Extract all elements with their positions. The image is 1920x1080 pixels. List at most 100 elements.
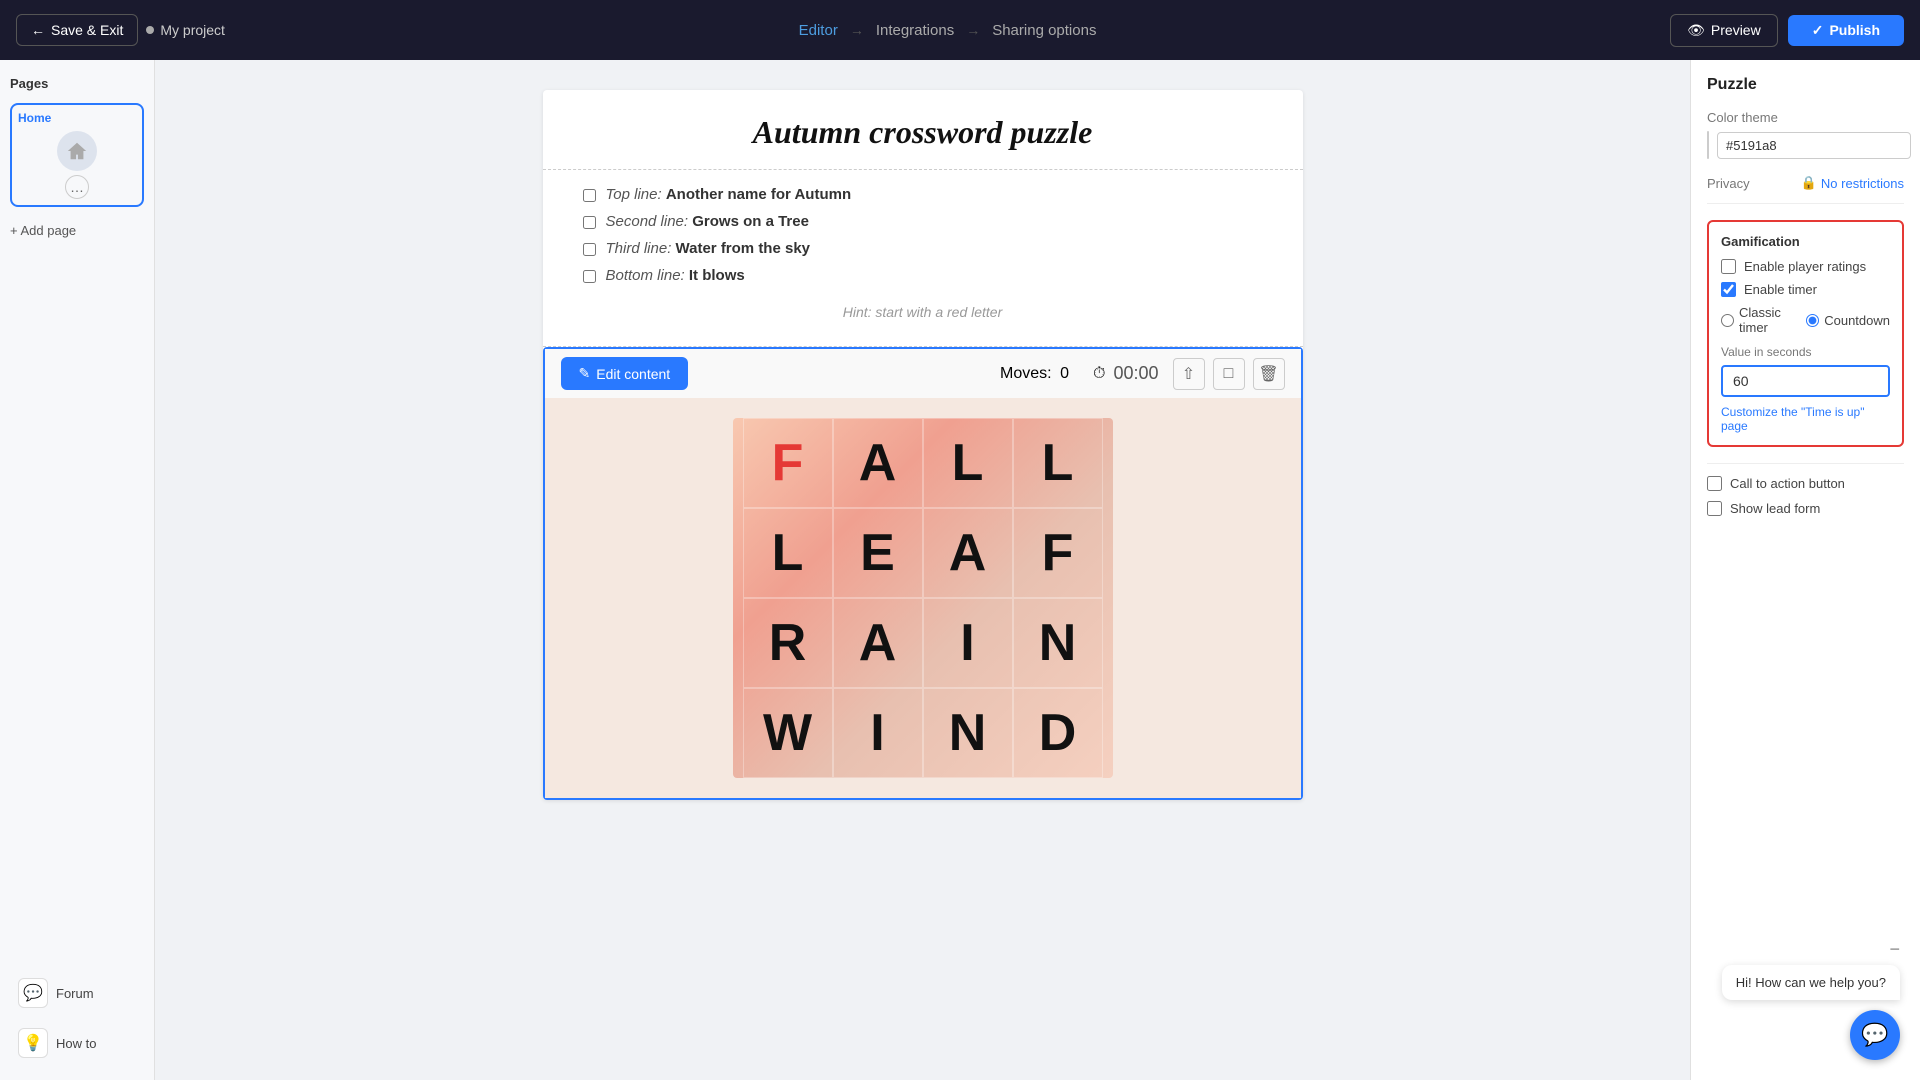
add-page-label: + Add page [10,223,76,238]
value-seconds-label: Value in seconds [1721,345,1890,359]
divider-1 [1707,463,1904,464]
classic-timer-radio[interactable] [1721,314,1734,327]
color-swatch[interactable] [1707,131,1709,159]
top-navigation: ← Save & Exit My project Editor → Integr… [0,0,1920,60]
add-page-button[interactable]: + Add page [10,223,144,238]
back-icon: ← [31,22,45,38]
enable-timer-row: Enable timer [1721,282,1890,297]
step-integrations[interactable]: Integrations [876,22,954,39]
sidebar-bottom: 💬 Forum 💡 How to [10,972,144,1064]
chat-widget: − Hi! How can we help you? 💬 [1850,1010,1900,1060]
cell-A1: A [833,418,923,508]
puzzle-grid-area: F A L L L E A F R A I N W [545,398,1301,798]
cell-L1: L [923,418,1013,508]
sidebar-tool-forum[interactable]: 💬 Forum [10,972,144,1014]
eye-icon: 👁 [1687,22,1705,39]
enable-ratings-checkbox[interactable] [1721,259,1736,274]
home-icon [66,140,88,162]
chat-icon: 💬 [1861,1022,1888,1048]
color-theme-label: Color theme [1707,110,1904,125]
page-more-area: … [18,175,136,199]
preview-button[interactable]: 👁 Preview [1670,14,1778,47]
check-icon: ✓ [1812,22,1824,39]
body-layout: Pages Home … + Add page 💬 Forum 💡 How to [0,60,1920,1080]
step-editor[interactable]: Editor [799,22,838,39]
clue-text-3: Third line: Water from the sky [606,240,811,257]
lightbulb-icon: 💡 [18,1028,48,1058]
arrow-icon-2: → [966,22,980,38]
cell-D: D [1013,688,1103,778]
panel-title: Puzzle [1707,76,1904,94]
forum-icon: 💬 [18,978,48,1008]
cell-F: F [743,418,833,508]
main-canvas: Autumn crossword puzzle Top line: Anothe… [155,60,1690,1080]
privacy-row: Privacy 🔒 No restrictions [1707,175,1904,204]
right-panel: Puzzle Color theme #5191a8 Privacy 🔒 No … [1690,60,1920,1080]
privacy-label: Privacy [1707,176,1750,191]
call-to-action-checkbox[interactable] [1707,476,1722,491]
minimize-chat-button[interactable]: − [1889,939,1900,960]
step-sharing[interactable]: Sharing options [992,22,1096,39]
cell-I2: I [833,688,923,778]
arrow-icon-1: → [850,22,864,38]
move-up-button[interactable]: ⇧ [1173,358,1205,390]
nav-right: 👁 Preview ✓ Publish [1670,14,1904,47]
publish-button[interactable]: ✓ Publish [1788,15,1904,46]
privacy-value[interactable]: 🔒 No restrictions [1801,175,1904,191]
puzzle-title: Autumn crossword puzzle [583,114,1263,151]
gamification-title: Gamification [1721,234,1890,249]
title-section: Autumn crossword puzzle [543,90,1303,170]
clue-checkbox-3[interactable] [583,243,596,256]
delete-button[interactable]: 🗑 [1253,358,1285,390]
show-lead-form-checkbox[interactable] [1707,501,1722,516]
customize-time-is-up-link[interactable]: Customize the "Time is up" page [1721,405,1890,433]
cell-I: I [923,598,1013,688]
more-dots-button[interactable]: … [65,175,89,199]
chat-bubble: − Hi! How can we help you? [1722,965,1900,1000]
crossword-image: F A L L L E A F R A I N W [733,418,1113,778]
cell-W: W [743,688,833,778]
timer-display: 00:00 [1113,363,1158,384]
clue-checkbox-1[interactable] [583,189,596,202]
toolbar-right: Moves: 0 ⏱ 00:00 ⇧ □ 🗑 [1000,358,1284,390]
cell-A3: A [833,598,923,688]
cell-L3: L [743,508,833,598]
clue-text-2: Second line: Grows on a Tree [606,213,809,230]
classic-timer-option[interactable]: Classic timer [1721,305,1792,335]
save-exit-button[interactable]: ← Save & Exit [16,14,138,46]
countdown-radio[interactable] [1806,314,1819,327]
dot-icon [146,26,154,34]
puzzle-interactive: ✎ Edit content Moves: 0 ⏱ 00:00 ⇧ □ 🗑 [543,347,1303,800]
enable-ratings-row: Enable player ratings [1721,259,1890,274]
clue-item-4: Bottom line: It blows [583,267,1263,284]
edit-content-button[interactable]: ✎ Edit content [561,357,689,390]
clue-checkbox-2[interactable] [583,216,596,229]
clue-item-2: Second line: Grows on a Tree [583,213,1263,230]
clue-item-1: Top line: Another name for Autumn [583,186,1263,203]
clue-text-4: Bottom line: It blows [606,267,745,284]
forum-label: Forum [56,986,94,1001]
duplicate-button[interactable]: □ [1213,358,1245,390]
timer-type-row: Classic timer Countdown [1721,305,1890,335]
cell-A2: A [923,508,1013,598]
color-hex-input[interactable]: #5191a8 [1717,132,1911,159]
enable-timer-label: Enable timer [1744,282,1817,297]
seconds-input[interactable]: 60 [1721,365,1890,397]
page-card-home[interactable]: Home … [10,103,144,207]
pencil-icon: ✎ [579,365,591,382]
page-card-label: Home [18,111,136,125]
call-to-action-row: Call to action button [1707,476,1904,491]
countdown-option[interactable]: Countdown [1806,313,1890,328]
enable-timer-checkbox[interactable] [1721,282,1736,297]
show-lead-form-row: Show lead form [1707,501,1904,516]
cell-F2: F [1013,508,1103,598]
clue-checkbox-4[interactable] [583,270,596,283]
cell-N2: N [923,688,1013,778]
nav-steps: Editor → Integrations → Sharing options [237,22,1658,39]
sidebar-tool-howto[interactable]: 💡 How to [10,1022,144,1064]
call-to-action-label: Call to action button [1730,476,1845,491]
chat-open-button[interactable]: 💬 [1850,1010,1900,1060]
enable-ratings-label: Enable player ratings [1744,259,1866,274]
crossword-letters: F A L L L E A F R A I N W [743,418,1103,778]
clue-item-3: Third line: Water from the sky [583,240,1263,257]
